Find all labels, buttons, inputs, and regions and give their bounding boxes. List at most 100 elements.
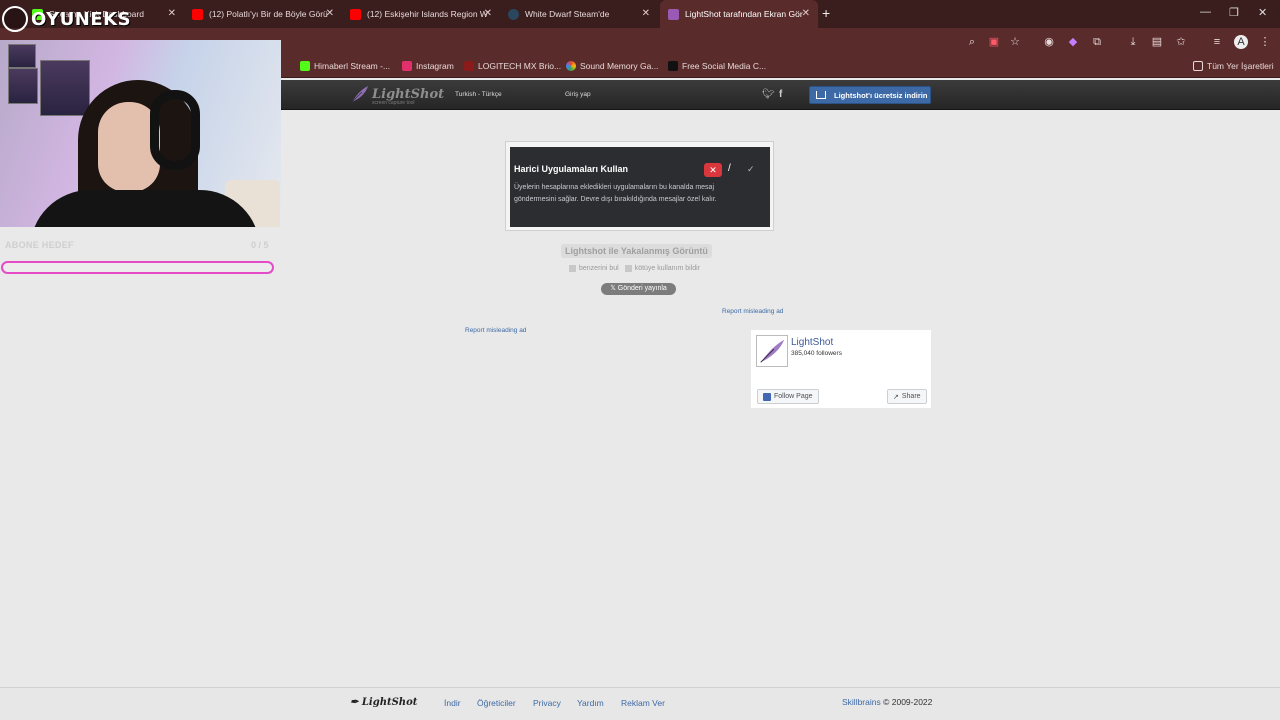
footer-copyright: Skillbrains © 2009-2022	[842, 697, 932, 707]
bookmark-label: LOGITECH MX Brio...	[478, 61, 562, 71]
language-selector[interactable]: Turkish - Türkçe	[455, 91, 502, 98]
tab-lightshot[interactable]: LightShot tarafından Ekran Gör ✕	[660, 0, 818, 28]
report-abuse-link[interactable]: kötüye kullanım bildir	[635, 265, 700, 272]
facebook-icon	[763, 392, 771, 401]
close-icon[interactable]: ✕	[326, 8, 334, 19]
download-icon[interactable]: ⤓	[1126, 35, 1140, 49]
wall-poster	[40, 60, 90, 116]
footer-link-help[interactable]: Yardım	[577, 698, 604, 708]
screenshot-image[interactable]: Harici Uygulamaları Kullan ✕ / ✓ Üyeleri…	[510, 147, 770, 227]
footer-link-privacy[interactable]: Privacy	[533, 698, 561, 708]
logo-subtitle: screen capture tool	[372, 100, 415, 106]
close-icon[interactable]: ✕	[802, 8, 810, 19]
extension-icon[interactable]: ◆	[1066, 35, 1080, 49]
share-label: Share	[901, 393, 921, 400]
subscriber-goal-label: ABONE HEDEF	[5, 240, 74, 250]
lightshot-avatar[interactable]	[756, 335, 788, 367]
logitech-icon	[464, 61, 474, 71]
bookmark-label: Instagram	[416, 61, 454, 71]
maximize-icon[interactable]: ❐	[1229, 6, 1239, 19]
report-ad-link-left[interactable]: Report misleading ad	[465, 327, 526, 334]
minimize-icon[interactable]: —	[1200, 6, 1211, 18]
chrome-icon	[566, 61, 576, 71]
wall-poster	[8, 44, 36, 68]
all-bookmarks[interactable]: Tüm Yer İşaretleri	[1193, 61, 1274, 71]
skillbrains-link[interactable]: Skillbrains	[842, 697, 881, 707]
bookmark-label: Himaberl Stream -...	[314, 61, 391, 71]
lightshot-icon	[668, 8, 679, 20]
stream-brand: OYUNEKS	[2, 6, 131, 32]
wall-poster	[8, 68, 38, 104]
tab-youtube-eskisehir[interactable]: (12) Eskişehir Islands Region W ✕	[342, 0, 500, 28]
close-icon[interactable]: ✕	[484, 8, 492, 19]
youtube-icon	[350, 8, 361, 20]
download-icon	[816, 91, 826, 99]
tweet-label: Gönderi yayınla	[617, 285, 667, 292]
bookmark-label: Sound Memory Ga...	[580, 61, 659, 71]
login-link[interactable]: Giriş yap	[565, 91, 591, 98]
report-icon	[624, 265, 632, 272]
footer-link-download[interactable]: İndir	[444, 698, 461, 708]
check-icon: ✓	[747, 164, 755, 174]
extension-icon[interactable]: ◉	[1042, 35, 1056, 49]
follow-page-button[interactable]: Follow Page	[757, 389, 819, 404]
bookmark-label: Free Social Media C...	[682, 61, 767, 71]
image-caption: Lightshot ile Yakalanmış Görüntü	[561, 244, 712, 258]
puzzle-icon[interactable]: ⧉	[1090, 35, 1104, 49]
twitter-icon[interactable]: 🐦︎	[762, 89, 775, 100]
screenshot-title: Harici Uygulamaları Kullan	[514, 164, 629, 174]
facebook-followers: 385,040 followers	[791, 350, 842, 357]
sidepanel-icon[interactable]: ▤	[1150, 35, 1164, 49]
menu-icon[interactable]: ⋮	[1258, 35, 1272, 49]
profile-icon[interactable]: A	[1234, 35, 1248, 49]
subscriber-goal-bar	[1, 261, 274, 274]
headphone	[150, 90, 200, 170]
bookmark-himaberl[interactable]: Himaberl Stream -...	[300, 61, 390, 71]
bookmark-sound-memory[interactable]: Sound Memory Ga...	[566, 61, 658, 71]
favorites-icon[interactable]: ✩	[1174, 35, 1188, 49]
cast-icon[interactable]: ▣	[987, 35, 1001, 49]
steam-icon	[508, 8, 519, 20]
screenshot-description: Üyelerin hesaplarına ekledikleri uygulam…	[514, 184, 717, 203]
footer-link-tutorials[interactable]: Öğreticiler	[477, 698, 516, 708]
find-similar-link[interactable]: benzerini bul	[579, 265, 619, 272]
media-icon[interactable]: ≡	[1210, 35, 1224, 49]
close-icon[interactable]: ✕	[642, 8, 650, 19]
close-icon[interactable]: ✕	[168, 8, 176, 19]
lightshot-logo[interactable]: LightShot screen capture tool	[350, 84, 444, 106]
brand-name: OYUNEKS	[31, 8, 132, 30]
report-ad-link-right[interactable]: Report misleading ad	[722, 308, 783, 315]
copyright-text: © 2009-2022	[880, 697, 933, 707]
footer-logo[interactable]: ✒ LightShot	[350, 697, 417, 708]
bookmark-instagram[interactable]: Instagram	[402, 61, 454, 71]
bookmark-free-social-media[interactable]: Free Social Media C...	[668, 61, 766, 71]
facebook-page-widget: LightShot 385,040 followers Follow Page …	[751, 330, 931, 408]
tab-title: White Dwarf Steam'de	[525, 9, 610, 19]
zoom-icon[interactable]: ⌕	[965, 35, 979, 49]
footer-link-advertise[interactable]: Reklam Ver	[621, 698, 665, 708]
star-icon[interactable]: ☆	[1008, 35, 1022, 49]
x-icon: 𝕏	[610, 285, 618, 292]
window-close-icon[interactable]: ✕	[1258, 6, 1267, 19]
bookmark-logitech[interactable]: LOGITECH MX Brio...	[464, 61, 561, 71]
tab-title: (12) Polatlı'yı Bir de Böyle Görü	[209, 9, 328, 19]
facebook-icon[interactable]: f	[779, 89, 782, 100]
folder-icon	[1193, 61, 1203, 71]
follow-page-label: Follow Page	[774, 393, 813, 400]
close-icon: ✕	[704, 163, 722, 177]
kick-icon	[300, 61, 310, 71]
tab-title: LightShot tarafından Ekran Gör	[685, 9, 803, 19]
new-tab-icon[interactable]: +	[822, 5, 830, 21]
image-actions: benzerini bul kötüye kullanım bildir	[569, 265, 700, 272]
facebook-page-name[interactable]: LightShot	[791, 337, 833, 348]
mascot-icon	[2, 6, 28, 32]
footer-logo-text: LightShot	[361, 697, 418, 708]
tweet-button[interactable]: 𝕏 Gönderi yayınla	[601, 283, 676, 295]
download-button[interactable]: Lightshot'ı ücretsiz indirin	[809, 86, 931, 104]
tab-youtube-polatli[interactable]: (12) Polatlı'yı Bir de Böyle Görü ✕	[184, 0, 342, 28]
feather-icon: ✒	[350, 697, 359, 708]
share-button[interactable]: ↗ Share	[887, 389, 927, 404]
youtube-icon	[192, 8, 203, 20]
tab-white-dwarf[interactable]: White Dwarf Steam'de ✕	[500, 0, 658, 28]
subscriber-goal-count: 0 / 5	[251, 240, 269, 250]
